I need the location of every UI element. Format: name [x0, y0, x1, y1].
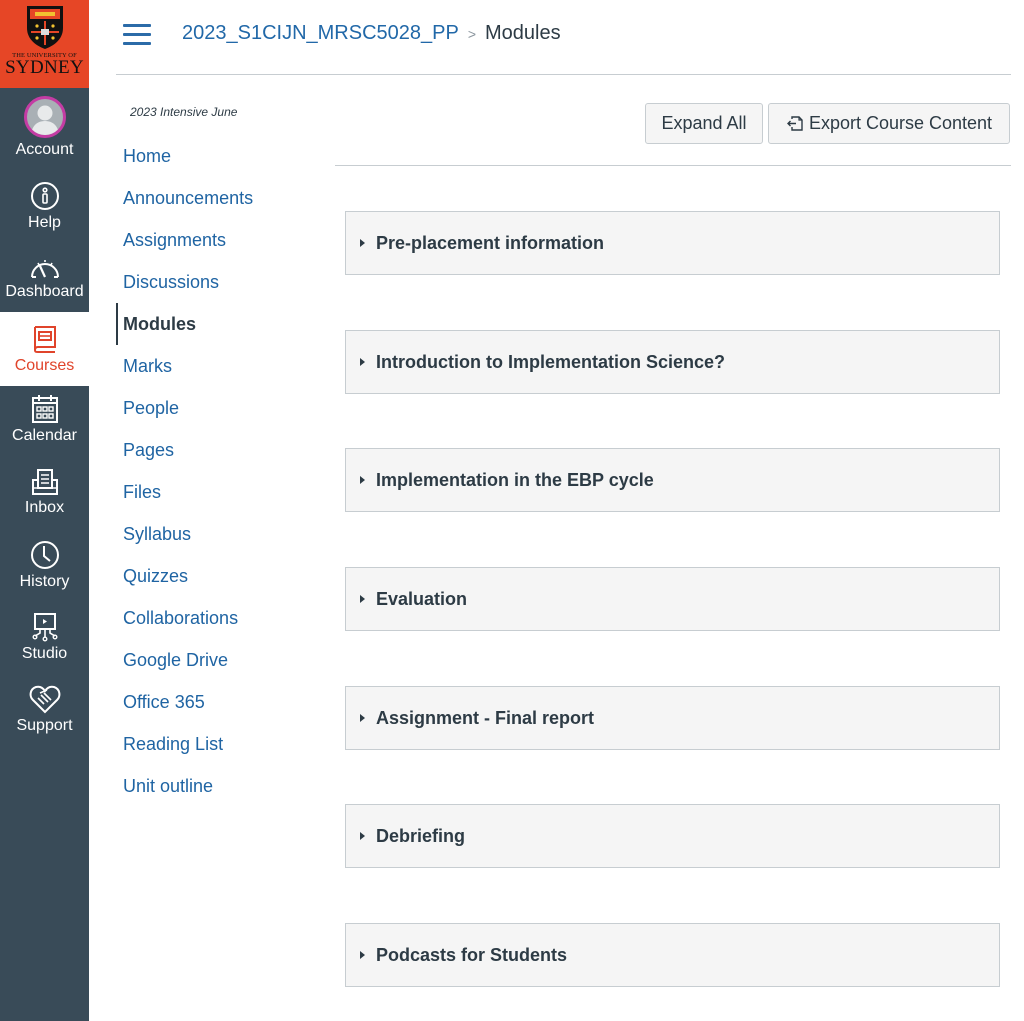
global-nav-label: Dashboard: [5, 283, 84, 300]
global-nav-label: Courses: [14, 356, 75, 374]
caret-right-icon: [360, 714, 365, 722]
export-course-content-label: Export Course Content: [808, 113, 993, 133]
caret-right-icon: [360, 239, 365, 247]
global-nav-studio[interactable]: Studio: [0, 612, 89, 663]
global-nav-label: Inbox: [24, 499, 65, 516]
breadcrumb: 2023_S1CIJN_MRSC5028_PP > Modules: [182, 22, 561, 45]
toolbar-divider: [335, 165, 1011, 166]
module-header[interactable]: Debriefing: [345, 804, 1000, 868]
caret-right-icon: [360, 832, 365, 840]
global-nav: THE UNIVERSITY OF SYDNEY Account Help Da…: [0, 0, 89, 1021]
course-nav-google-drive[interactable]: Google Drive: [116, 639, 326, 681]
module-header[interactable]: Assignment - Final report: [345, 686, 1000, 750]
global-nav-dashboard[interactable]: Dashboard: [0, 256, 89, 301]
dashboard-gauge-icon: [30, 260, 59, 278]
course-nav-office-365[interactable]: Office 365: [116, 681, 326, 723]
breadcrumb-current: Modules: [485, 22, 561, 44]
header-divider: [116, 74, 1011, 75]
global-nav-label: Help: [28, 214, 61, 231]
course-nav-syllabus[interactable]: Syllabus: [116, 513, 326, 555]
course-nav: Home Announcements Assignments Discussio…: [116, 135, 326, 807]
caret-right-icon: [360, 595, 365, 603]
global-nav-calendar[interactable]: Calendar: [0, 394, 89, 445]
export-icon: [786, 115, 804, 132]
handshake-heart-icon: [29, 685, 60, 714]
course-nav-announcements[interactable]: Announcements: [116, 177, 326, 219]
caret-right-icon: [360, 476, 365, 484]
module-title: Debriefing: [376, 825, 466, 846]
module-header[interactable]: Evaluation: [345, 567, 1000, 631]
global-nav-help[interactable]: Help: [0, 181, 89, 232]
info-icon: [30, 182, 59, 210]
module-header[interactable]: Introduction to Implementation Science?: [345, 330, 1000, 394]
course-nav-home[interactable]: Home: [116, 135, 326, 177]
global-nav-inbox[interactable]: Inbox: [0, 468, 89, 517]
course-nav-collaborations[interactable]: Collaborations: [116, 597, 326, 639]
module-header[interactable]: Podcasts for Students: [345, 923, 1000, 987]
global-nav-label: Support: [16, 717, 73, 734]
studio-icon: [32, 613, 58, 642]
module-header[interactable]: Implementation in the EBP cycle: [345, 448, 1000, 512]
module-title: Pre-placement information: [376, 232, 605, 253]
global-nav-label: Account: [15, 141, 74, 158]
global-nav-label: Studio: [21, 645, 68, 662]
course-nav-people[interactable]: People: [116, 387, 326, 429]
caret-right-icon: [360, 951, 365, 959]
inbox-icon: [31, 469, 58, 495]
module-title: Evaluation: [376, 588, 468, 609]
course-nav-modules[interactable]: Modules: [116, 303, 326, 345]
hamburger-line: [123, 33, 151, 36]
university-logo[interactable]: THE UNIVERSITY OF SYDNEY: [0, 0, 89, 88]
hamburger-line: [123, 24, 151, 27]
module-title: Assignment - Final report: [376, 707, 595, 728]
course-nav-pages[interactable]: Pages: [116, 429, 326, 471]
course-nav-unit-outline[interactable]: Unit outline: [116, 765, 326, 807]
module-title: Podcasts for Students: [376, 944, 568, 965]
module-title: Introduction to Implementation Science?: [376, 351, 726, 372]
global-nav-history[interactable]: History: [0, 540, 89, 591]
course-nav-files[interactable]: Files: [116, 471, 326, 513]
export-course-content-button[interactable]: Export Course Content: [768, 103, 1010, 144]
expand-all-label: Expand All: [661, 113, 747, 133]
breadcrumb-separator-icon: >: [467, 25, 477, 42]
calendar-icon: [31, 395, 58, 423]
avatar-icon: [23, 96, 66, 138]
module-header[interactable]: Pre-placement information: [345, 211, 1000, 275]
breadcrumb-course-link[interactable]: 2023_S1CIJN_MRSC5028_PP: [182, 22, 459, 45]
course-nav-assignments[interactable]: Assignments: [116, 219, 326, 261]
course-menu-toggle-button[interactable]: [123, 24, 151, 46]
crest-icon: [26, 6, 63, 49]
module-title: Implementation in the EBP cycle: [376, 469, 654, 490]
clock-icon: [30, 541, 59, 569]
caret-right-icon: [360, 358, 365, 366]
course-nav-discussions[interactable]: Discussions: [116, 261, 326, 303]
course-term: 2023 Intensive June: [130, 105, 238, 119]
global-nav-courses[interactable]: Courses: [0, 312, 89, 386]
global-nav-support[interactable]: Support: [0, 684, 89, 735]
global-nav-label: Calendar: [12, 427, 77, 444]
course-nav-quizzes[interactable]: Quizzes: [116, 555, 326, 597]
course-nav-reading-list[interactable]: Reading List: [116, 723, 326, 765]
global-nav-label: History: [19, 573, 70, 590]
global-nav-account[interactable]: Account: [0, 96, 89, 159]
hamburger-line: [123, 42, 151, 45]
expand-all-button[interactable]: Expand All: [645, 103, 763, 144]
book-icon: [33, 325, 56, 353]
course-nav-marks[interactable]: Marks: [116, 345, 326, 387]
logo-big-text: SYDNEY: [5, 57, 84, 78]
